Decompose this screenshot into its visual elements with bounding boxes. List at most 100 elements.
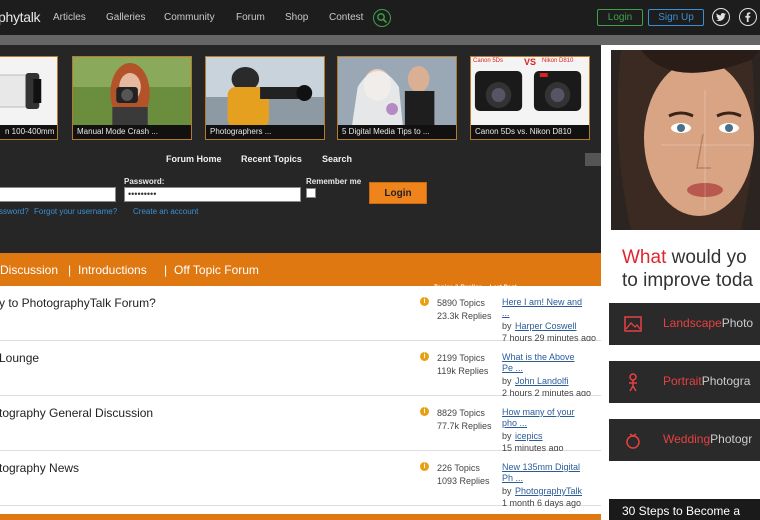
password-input[interactable]: ••••••••• — [124, 187, 301, 202]
nav-community[interactable]: Community — [164, 12, 215, 23]
category-separator: | — [164, 263, 168, 277]
info-icon[interactable]: i — [420, 297, 429, 306]
portrait-icon — [629, 373, 637, 392]
last-post-title[interactable]: What is the Above — [502, 352, 575, 362]
ad-footer[interactable]: 30 Steps to Become a — [609, 499, 760, 520]
camera-compare-left: Canon 5Ds — [473, 58, 504, 64]
thumb-caption: 5 Digital Media Tips to ... — [338, 125, 456, 139]
last-post-time: 1 month 6 days ago — [502, 498, 582, 508]
remember-label: Remember me — [306, 177, 362, 186]
last-post-title-cont[interactable]: Pe ... — [502, 363, 523, 373]
category-off-topic[interactable]: Off Topic Forum — [174, 263, 259, 277]
wedding-image — [338, 57, 456, 127]
last-post-title-cont[interactable]: Ph ... — [502, 473, 523, 483]
forum-row[interactable]: Lounge i 2199 Topics 119k Replies What i… — [0, 341, 601, 398]
login-button-top[interactable]: Login — [597, 9, 643, 26]
forum-row[interactable]: tography General Discussion i 8829 Topic… — [0, 396, 601, 453]
forum-title[interactable]: tography General Discussion — [0, 406, 153, 420]
top-nav: phytalk Articles Galleries Community For… — [0, 0, 760, 35]
thumb-caption: Canon 5Ds vs. Nikon D810 — [471, 125, 589, 139]
login-button[interactable]: Login — [369, 182, 427, 204]
ad-portrait-label: PortraitPhotogra — [663, 374, 751, 388]
thumbnail-lens[interactable]: n 100-400mm — [0, 56, 58, 140]
nav-contest[interactable]: Contest — [329, 12, 363, 23]
ad-landscape-label: LandscapePhoto — [663, 316, 754, 330]
forum-row[interactable]: tography News i 226 Topics 1093 Replies … — [0, 451, 601, 508]
outdoor-photographer-image — [206, 57, 324, 127]
signup-button[interactable]: Sign Up — [648, 9, 704, 26]
category-separator: | — [68, 263, 72, 277]
page: phytalk Articles Galleries Community For… — [0, 0, 760, 520]
thumbnail-digital-media[interactable]: 5 Digital Media Tips to ... — [337, 56, 457, 140]
nav-galleries[interactable]: Galleries — [106, 12, 145, 23]
thumb-caption: n 100-400mm — [0, 125, 57, 139]
forgot-password-link[interactable]: ssword? — [0, 207, 29, 216]
remember-checkbox[interactable] — [306, 188, 316, 198]
create-account-link[interactable]: Create an account — [133, 207, 198, 216]
ad-portrait-image — [611, 50, 760, 230]
last-post-author[interactable]: icepics — [515, 431, 543, 441]
collapse-arrow-icon[interactable] — [585, 153, 601, 166]
topic-count: 2199 Topics — [437, 353, 485, 363]
hero-panel: n 100-400mm Manual Mode Crash ... Photog… — [0, 45, 601, 253]
topics-replies-header: Topics & Replies — [434, 285, 482, 291]
search-icon[interactable] — [373, 9, 391, 27]
ad-wedding-label: WeddingPhotogr — [663, 432, 753, 446]
last-post-by: by — [502, 431, 512, 441]
photographer-image — [73, 57, 191, 127]
thumbnail-camera-compare[interactable]: Canon 5Ds VS Nikon D810 Canon 5Ds vs. Ni… — [470, 56, 590, 140]
info-icon[interactable]: i — [420, 352, 429, 361]
last-post-header: Last Post — [489, 285, 517, 291]
reply-count: 1093 Replies — [437, 476, 490, 486]
last-post-by: by — [502, 376, 512, 386]
last-post-title[interactable]: How many of your — [502, 407, 575, 417]
site-logo[interactable]: phytalk — [0, 9, 41, 25]
landscape-icon — [624, 316, 642, 332]
ad-headline: What would yo — [622, 247, 747, 269]
password-label: Password: — [124, 177, 165, 186]
wedding-ring-icon — [626, 433, 640, 449]
info-icon[interactable]: i — [420, 407, 429, 416]
forum-row[interactable]: y to PhotographyTalk Forum? i 5890 Topic… — [0, 286, 601, 343]
last-post-by: by — [502, 321, 512, 331]
sub-bar — [0, 35, 760, 45]
reply-count: 23.3k Replies — [437, 311, 492, 321]
category-bar: Discussion | Introductions | Off Topic F… — [0, 253, 601, 286]
nav-shop[interactable]: Shop — [285, 12, 308, 23]
thumbnail-photographers[interactable]: Photographers ... — [205, 56, 325, 140]
forum-title[interactable]: y to PhotographyTalk Forum? — [0, 296, 156, 310]
forum-title[interactable]: Lounge — [0, 351, 39, 365]
lens-image — [0, 57, 57, 127]
ad-landscape-button[interactable]: LandscapePhoto — [609, 303, 760, 345]
forum-search-link[interactable]: Search — [322, 154, 352, 164]
last-post-author[interactable]: John Landolfi — [515, 376, 569, 386]
topic-count: 226 Topics — [437, 463, 480, 473]
username-input[interactable] — [0, 187, 116, 202]
nav-articles[interactable]: Articles — [53, 12, 86, 23]
category-introductions[interactable]: Introductions — [78, 263, 147, 277]
last-post-title-cont[interactable]: ... — [502, 308, 510, 318]
forum-title[interactable]: tography News — [0, 461, 79, 475]
thumb-caption: Manual Mode Crash ... — [73, 125, 191, 139]
ad-portrait-button[interactable]: PortraitPhotogra — [609, 361, 760, 403]
recent-topics-link[interactable]: Recent Topics — [241, 154, 302, 164]
ad-panel[interactable]: What would yo to improve toda LandscapeP… — [601, 45, 760, 520]
ad-wedding-button[interactable]: WeddingPhotogr — [609, 419, 760, 461]
info-icon[interactable]: i — [420, 462, 429, 471]
facebook-icon[interactable] — [739, 8, 757, 26]
twitter-icon[interactable] — [712, 8, 730, 26]
last-post-title[interactable]: New 135mm Digital — [502, 462, 580, 472]
reply-count: 119k Replies — [437, 366, 489, 376]
last-post-title[interactable]: Here I am! New and — [502, 297, 582, 307]
nav-forum[interactable]: Forum — [236, 12, 265, 23]
ad-headline-accent: What — [622, 247, 667, 268]
category-discussion[interactable]: Discussion — [0, 263, 58, 277]
last-post-author[interactable]: PhotographyTalk — [515, 486, 582, 496]
last-post-author[interactable]: Harper Coswell — [515, 321, 577, 331]
forgot-username-link[interactable]: Forgot your username? — [34, 207, 117, 216]
forum-home-link[interactable]: Forum Home — [166, 154, 222, 164]
bottom-orange-bar — [0, 514, 601, 520]
last-post-title-cont[interactable]: pho ... — [502, 418, 527, 428]
thumbnail-manual-mode[interactable]: Manual Mode Crash ... — [72, 56, 192, 140]
reply-count: 77.7k Replies — [437, 421, 492, 431]
